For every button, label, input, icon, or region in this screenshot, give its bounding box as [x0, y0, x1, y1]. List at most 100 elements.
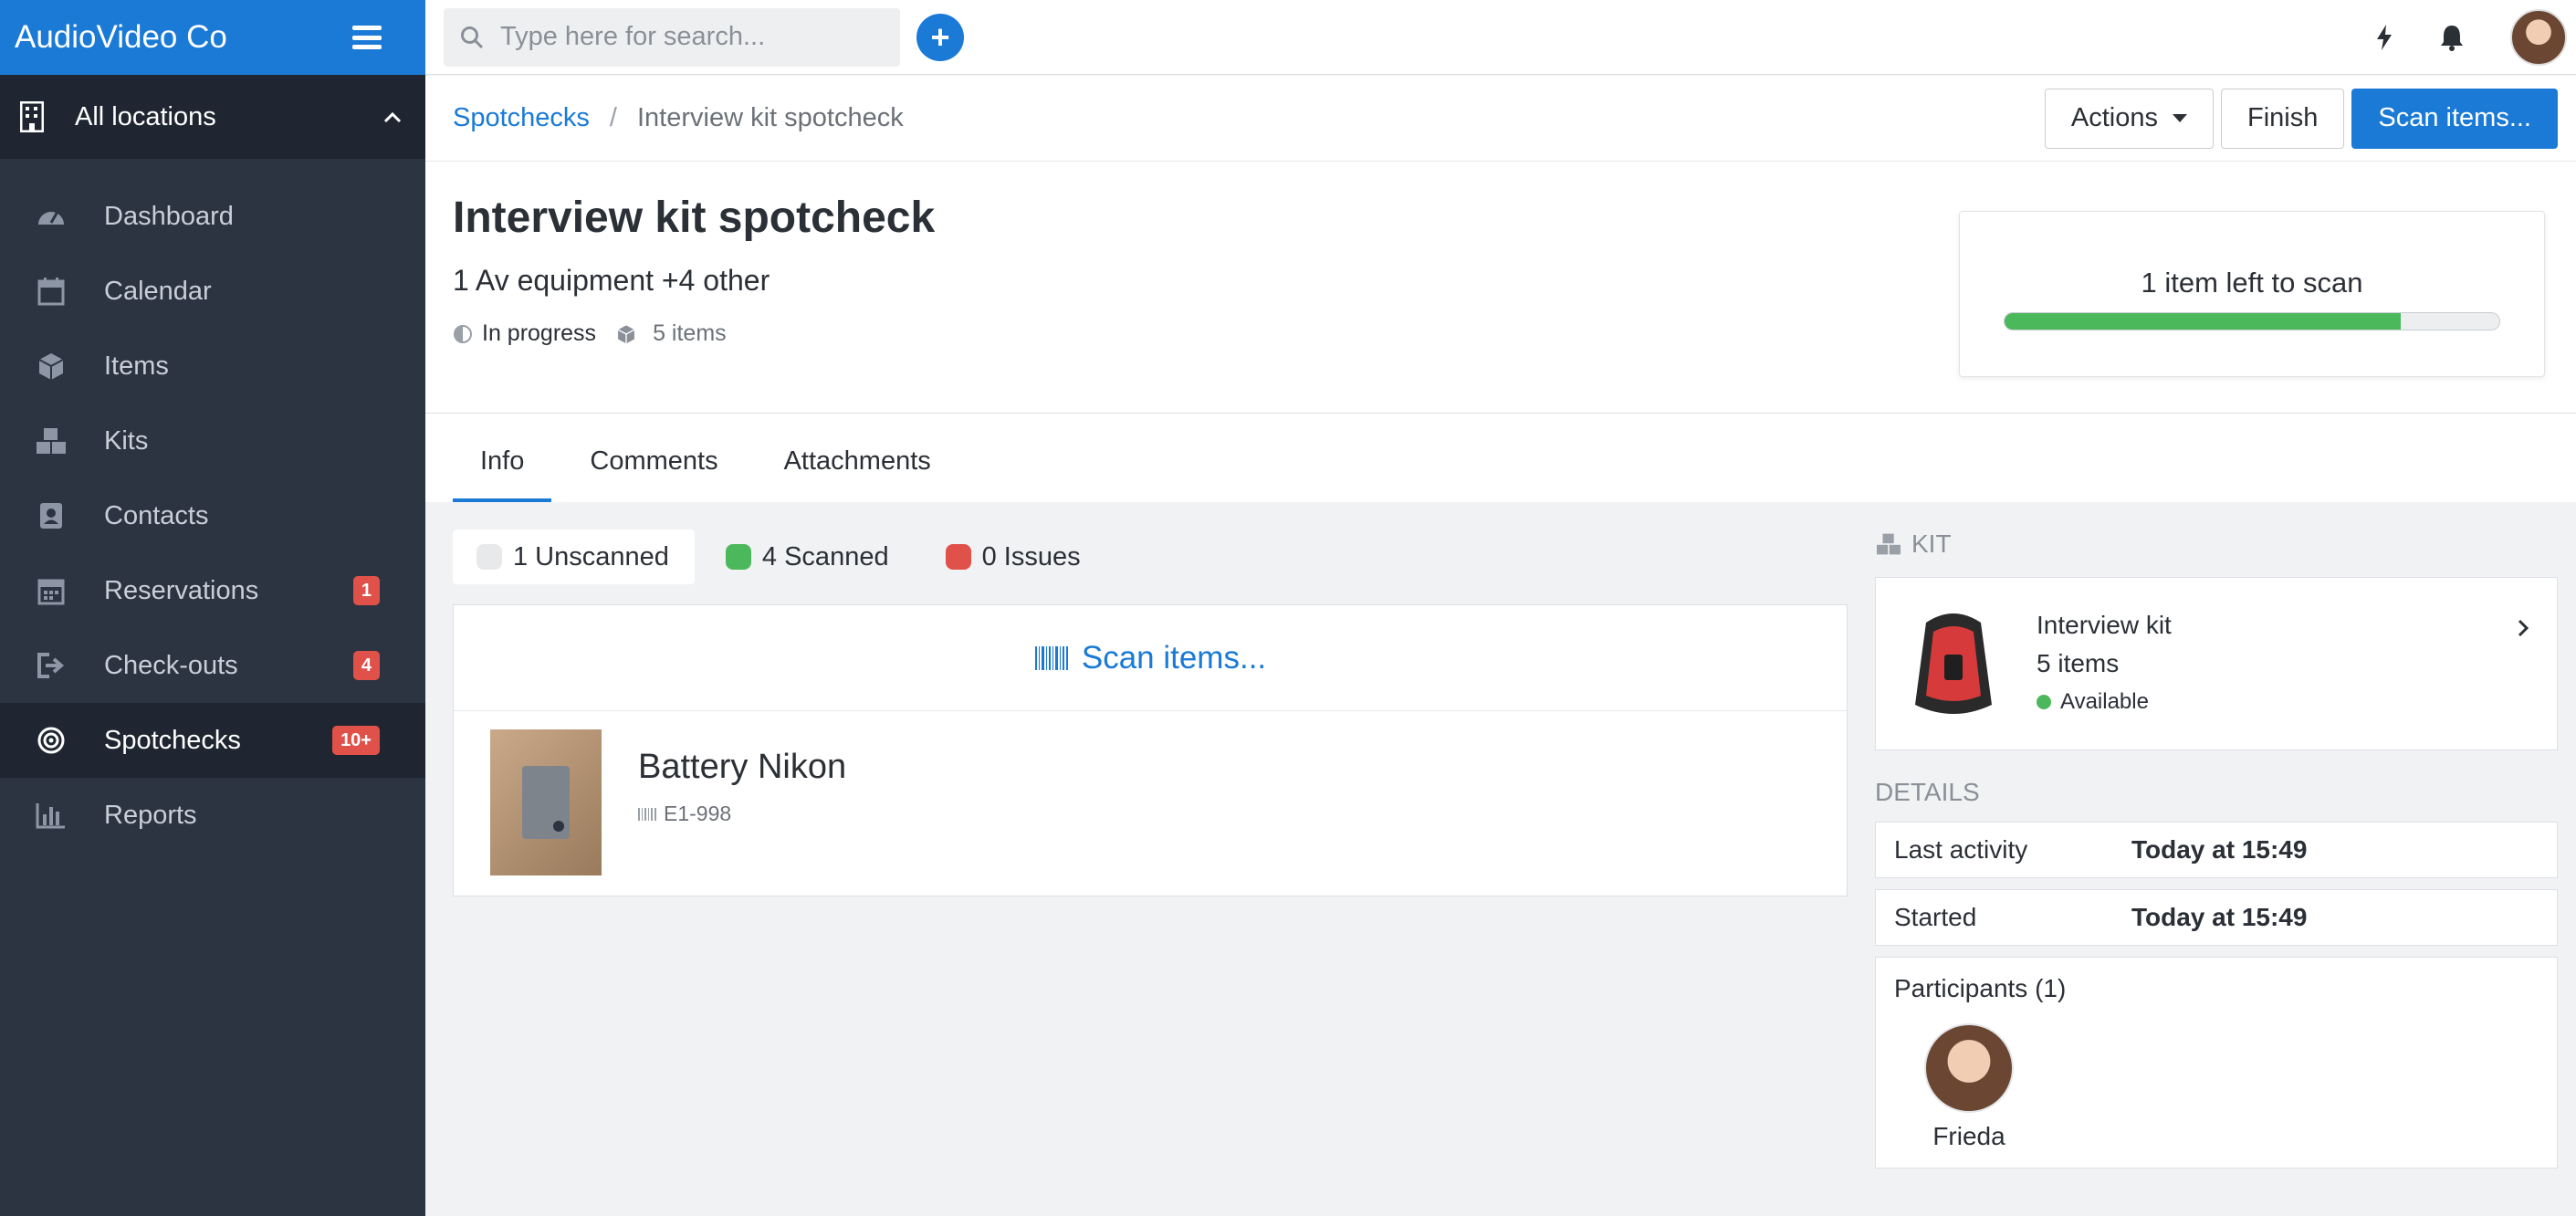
scan-items-label: Scan items...: [1081, 639, 1267, 676]
breadcrumb-bar: Spotchecks / Interview kit spotcheck Act…: [425, 76, 2576, 162]
half-circle-status-icon: [454, 324, 472, 343]
kit-status: Available: [2037, 683, 2172, 721]
box-icon: [33, 348, 69, 384]
search-icon: [461, 26, 484, 48]
chevron-right-icon: [2518, 619, 2529, 637]
kit-status-text: Available: [2060, 689, 2149, 714]
item-name: Battery Nikon: [638, 748, 847, 786]
items-panel: Scan items... Battery Nikon E1-998: [453, 604, 1848, 896]
building-icon: [20, 101, 44, 132]
scanned-dot-icon: [725, 544, 751, 570]
bell-icon[interactable]: [2439, 24, 2465, 51]
sidebar-item-label: Kits: [104, 425, 149, 456]
sidebar-item-check-outs[interactable]: Check-outs 4: [0, 628, 425, 703]
breadcrumb-spotchecks-link[interactable]: Spotchecks: [453, 103, 590, 133]
kit-label: KIT: [1911, 529, 1952, 558]
dashboard-icon: [33, 198, 69, 235]
header-actions: Actions Finish Scan items...: [2044, 88, 2558, 149]
sidebar: AudioVideo Co All locations Dashboard Ca…: [0, 0, 425, 1216]
kit-card[interactable]: Interview kit 5 items Available: [1875, 577, 2558, 750]
sidebar-item-dashboard[interactable]: Dashboard: [0, 179, 425, 254]
brand-bar: AudioVideo Co: [0, 0, 425, 75]
barcode-icon: [1034, 645, 1068, 670]
sidebar-item-kits[interactable]: Kits: [0, 404, 425, 478]
lightning-icon[interactable]: [2375, 24, 2393, 51]
plus-icon: +: [930, 17, 950, 56]
list-item[interactable]: Battery Nikon E1-998: [454, 711, 1847, 894]
spotcheck-meta: In progress 5 items: [453, 320, 727, 347]
tab-info[interactable]: Info: [453, 446, 552, 502]
filter-unscanned[interactable]: 1 Unscanned: [453, 529, 695, 584]
menu-toggle-icon[interactable]: [352, 26, 382, 49]
issues-dot-icon: [945, 544, 971, 570]
sidebar-item-contacts[interactable]: Contacts: [0, 478, 425, 553]
sidebar-item-label: Items: [104, 351, 169, 381]
detail-last-activity: Last activity Today at 15:49: [1875, 822, 2558, 878]
filter-scanned[interactable]: 4 Scanned: [702, 529, 915, 584]
sidebar-item-label: Spotchecks: [104, 725, 241, 755]
kit-info: Interview kit 5 items Available: [2037, 606, 2172, 721]
barcode-icon: [638, 807, 656, 821]
sidebar-item-label: Reservations: [104, 575, 259, 605]
calendar-icon: [33, 273, 69, 309]
user-avatar[interactable]: [2510, 8, 2567, 66]
sidebar-item-reservations[interactable]: Reservations 1: [0, 553, 425, 628]
add-button[interactable]: +: [916, 13, 964, 61]
check-outs-badge: 4: [352, 651, 380, 680]
items-count: 5 items: [653, 320, 727, 346]
detail-value: Today at 15:49: [2131, 903, 2308, 931]
details-section-label: DETAILS: [1875, 778, 1980, 806]
item-thumbnail: [490, 729, 602, 875]
filter-label: 1 Unscanned: [513, 541, 669, 571]
detail-key: Started: [1894, 903, 1977, 931]
location-selector[interactable]: All locations: [0, 75, 425, 159]
search-box[interactable]: [444, 7, 900, 67]
kit-count: 5 items: [2037, 649, 2120, 677]
tab-attachments[interactable]: Attachments: [757, 446, 958, 502]
finish-button[interactable]: Finish: [2221, 88, 2345, 149]
participant-avatar: [1924, 1023, 2014, 1113]
scan-items-link[interactable]: Scan items...: [454, 605, 1847, 711]
box-small-icon: [617, 324, 635, 343]
spotchecks-badge: 10+: [332, 726, 380, 755]
caret-down-icon: [2173, 114, 2188, 122]
detail-key: Last activity: [1894, 835, 2028, 864]
filter-issues[interactable]: 0 Issues: [922, 529, 1106, 584]
sidebar-item-reports[interactable]: Reports: [0, 778, 425, 853]
progress-text: 1 item left to scan: [2141, 267, 2363, 299]
location-label: All locations: [75, 101, 216, 131]
available-dot-icon: [2037, 695, 2051, 709]
sidebar-item-label: Dashboard: [104, 201, 234, 231]
scan-items-button[interactable]: Scan items...: [2351, 88, 2558, 149]
progress-bar-fill: [2005, 313, 2401, 330]
actions-label: Actions: [2070, 103, 2159, 132]
reservations-badge: 1: [352, 576, 380, 605]
topbar: +: [425, 0, 2576, 75]
page-header: Spotchecks / Interview kit spotcheck Act…: [425, 76, 2576, 414]
boxes-icon: [33, 423, 69, 459]
sidebar-item-spotchecks[interactable]: Spotchecks 10+: [0, 703, 425, 778]
participants-label: Participants (1): [1894, 974, 2067, 1002]
sidebar-item-label: Calendar: [104, 276, 212, 306]
actions-dropdown-button[interactable]: Actions: [2044, 88, 2215, 149]
sidebar-nav: Dashboard Calendar Items Kits Contacts R…: [0, 179, 425, 853]
item-code-text: E1-998: [664, 802, 732, 825]
target-icon: [33, 722, 69, 759]
tab-comments[interactable]: Comments: [562, 446, 745, 502]
sidebar-item-items[interactable]: Items: [0, 329, 425, 404]
scan-progress-card: 1 item left to scan: [1959, 211, 2545, 377]
unscanned-dot-icon: [476, 544, 502, 570]
kit-image: [1903, 600, 2004, 728]
sidebar-item-calendar[interactable]: Calendar: [0, 254, 425, 329]
sign-out-icon: [33, 647, 69, 684]
tab-bar: Info Comments Attachments: [425, 414, 2576, 502]
participant[interactable]: Frieda: [1914, 1023, 2024, 1151]
scan-filter-bar: 1 Unscanned 4 Scanned 0 Issues: [453, 529, 1106, 584]
kit-section-label: KIT: [1875, 528, 2558, 561]
contact-book-icon: [33, 498, 69, 534]
item-info: Battery Nikon E1-998: [638, 748, 846, 826]
status-text: In progress: [482, 320, 597, 346]
search-input[interactable]: [500, 22, 884, 52]
breadcrumb-separator: /: [609, 103, 617, 132]
breadcrumb-current: Interview kit spotcheck: [636, 103, 904, 132]
